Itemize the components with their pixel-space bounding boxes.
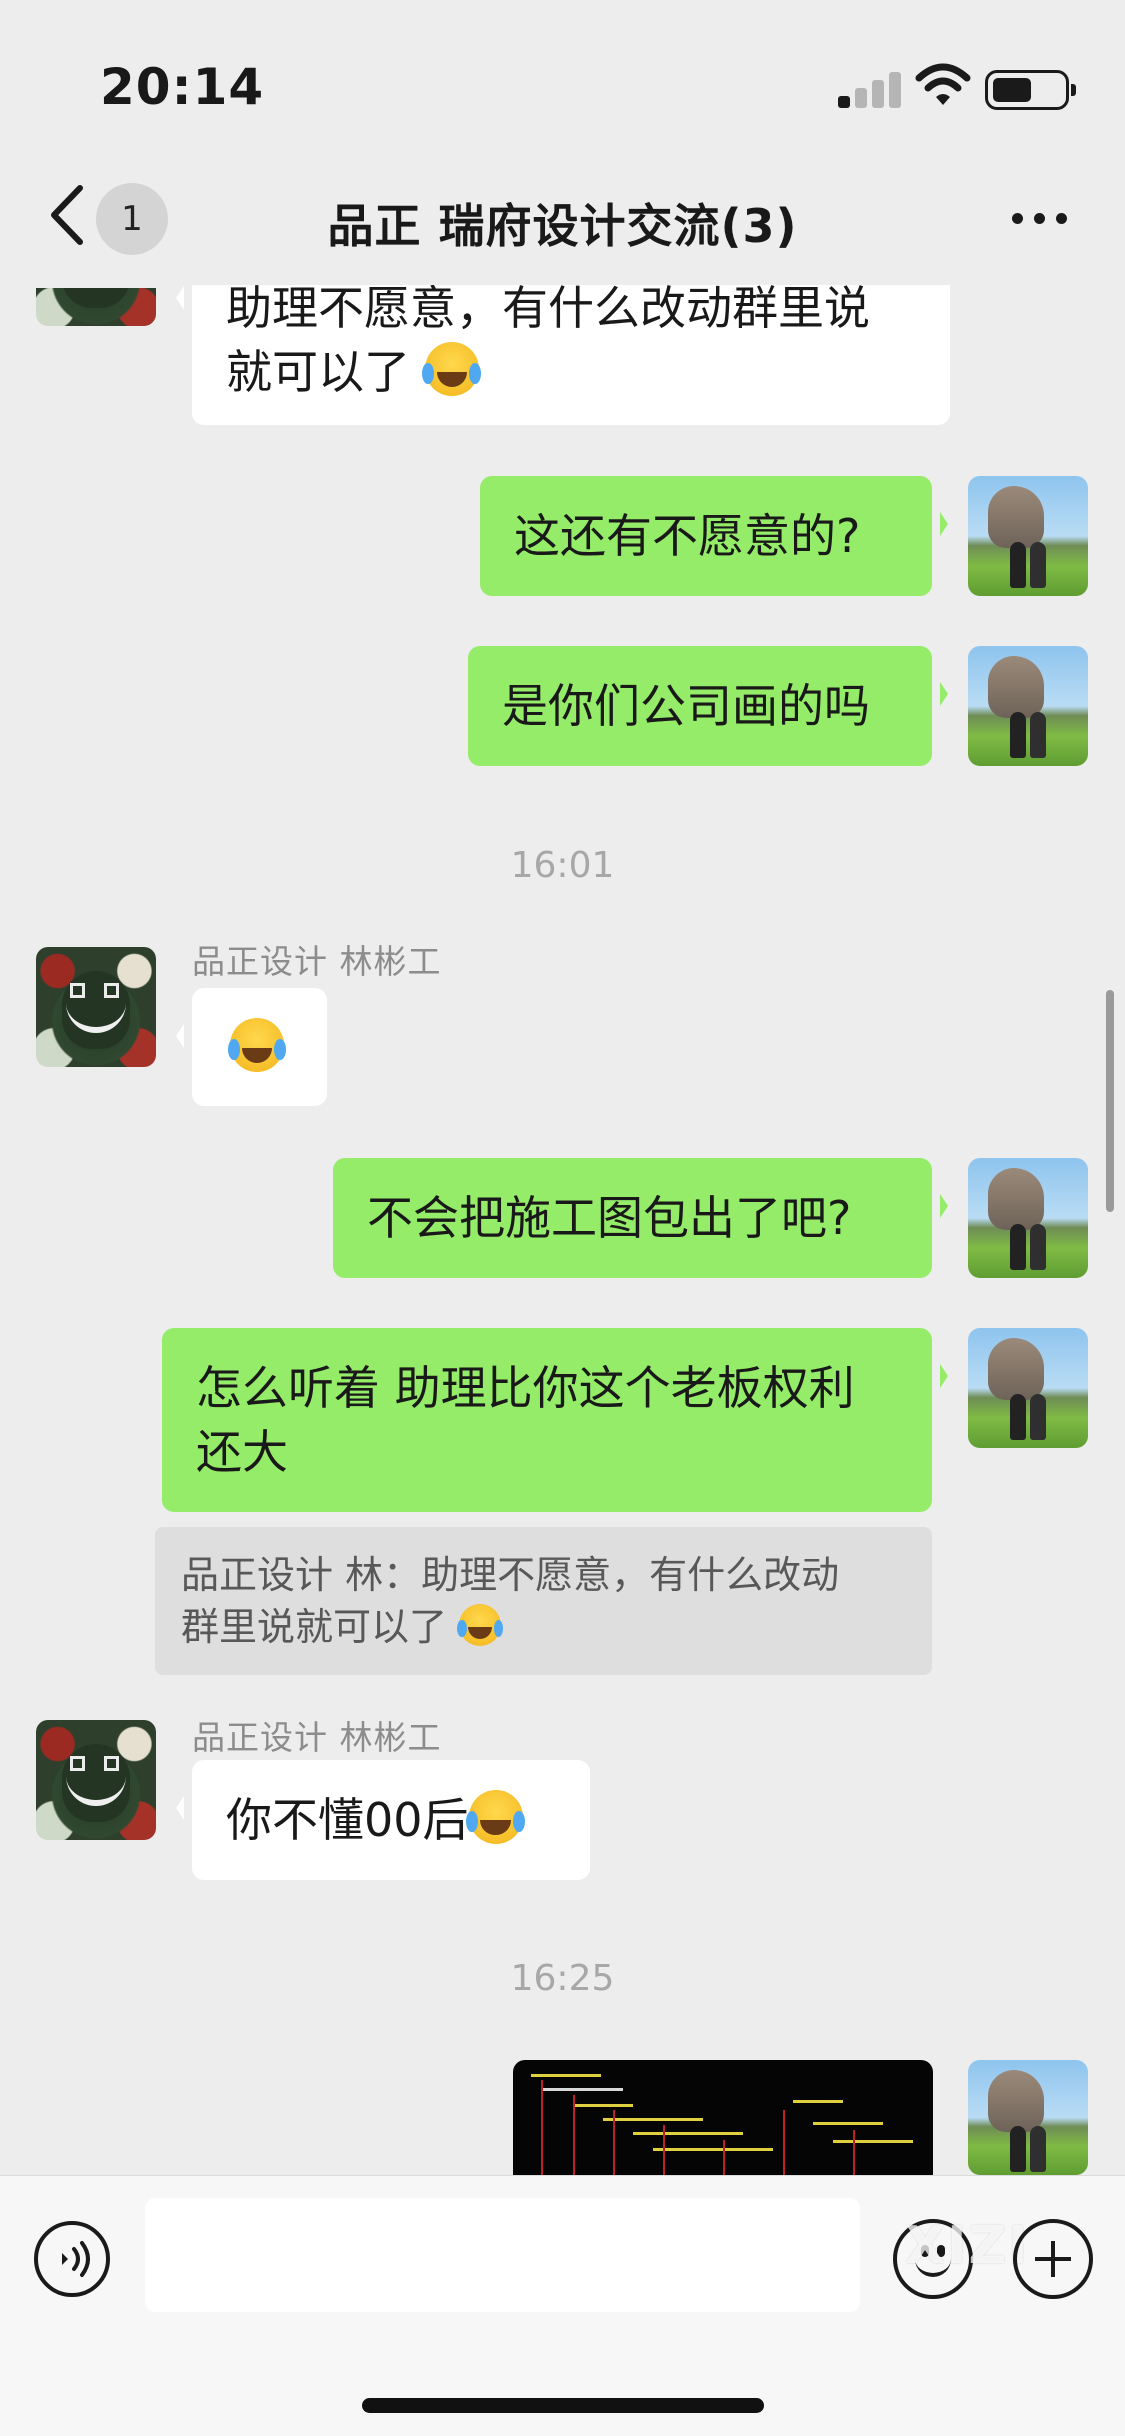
chat-screen: 20:14 1 品正 瑞府设计交流(3) 助理不愿意，有什么改动群里说 就可以了…: [0, 0, 1125, 2436]
avatar[interactable]: [968, 1328, 1088, 1448]
message-text: 不会把施工图包出了吧?: [367, 1191, 852, 1245]
message-text: 你不懂00后: [226, 1793, 469, 1847]
wifi-icon: [915, 63, 971, 105]
sender-name: 品正设计 林彬工: [192, 942, 442, 981]
tears-of-joy-emoji-icon: [422, 342, 481, 396]
message-bubble-outgoing[interactable]: 怎么听着 助理比你这个老板权利 还大: [162, 1328, 948, 1512]
timestamp: 16:25: [510, 1958, 615, 1999]
avatar[interactable]: [36, 947, 156, 1067]
plus-icon[interactable]: [1013, 2219, 1093, 2299]
avatar[interactable]: [36, 1720, 156, 1840]
quoted-message[interactable]: 品正设计 林：助理不愿意，有什么改动 群里说就可以了: [155, 1527, 932, 1675]
message-bubble-outgoing[interactable]: 不会把施工图包出了吧?: [333, 1158, 948, 1278]
home-indicator[interactable]: [362, 2398, 764, 2413]
voice-icon[interactable]: [32, 2219, 112, 2299]
message-text: 就可以了: [226, 345, 410, 399]
message-bubble-incoming[interactable]: 你不懂00后: [176, 1760, 590, 1880]
message-text: 怎么听着 助理比你这个老板权利: [196, 1361, 855, 1415]
tears-of-joy-emoji-icon: [457, 1604, 503, 1646]
quote-text: 品正设计 林：助理不愿意，有什么改动: [181, 1553, 840, 1597]
message-input[interactable]: [145, 2198, 860, 2312]
tears-of-joy-emoji-icon: [227, 1018, 287, 1072]
message-text: 这还有不愿意的?: [514, 509, 861, 563]
avatar[interactable]: [968, 476, 1088, 596]
more-dots-icon[interactable]: [1010, 203, 1070, 233]
avatar[interactable]: [968, 1158, 1088, 1278]
sender-name: 品正设计 林彬工: [192, 1718, 442, 1757]
input-bar: XIZI: [0, 2175, 1125, 2436]
cellular-signal-icon: [838, 68, 902, 108]
status-bar: 20:14: [0, 0, 1125, 150]
message-text: 助理不愿意，有什么改动群里说: [226, 281, 870, 335]
avatar[interactable]: [968, 2060, 1088, 2175]
message-bubble-outgoing[interactable]: 这还有不愿意的?: [480, 476, 948, 596]
message-bubble-outgoing[interactable]: 是你们公司画的吗: [468, 646, 948, 766]
message-text: 是你们公司画的吗: [502, 679, 870, 733]
timestamp: 16:01: [510, 845, 615, 886]
message-text: 还大: [196, 1425, 288, 1479]
watermark: XIZI: [905, 2216, 1030, 2276]
message-bubble-incoming[interactable]: [176, 988, 327, 1106]
status-time: 20:14: [100, 58, 265, 116]
avatar[interactable]: [968, 646, 1088, 766]
battery-icon: [985, 70, 1076, 110]
quote-text: 群里说就可以了: [181, 1605, 448, 1649]
image-message[interactable]: [513, 2060, 933, 2175]
tears-of-joy-emoji-icon: [466, 1790, 525, 1844]
chat-title: 品正 瑞府设计交流(3): [327, 199, 798, 253]
scrollbar[interactable]: [1106, 990, 1114, 1212]
